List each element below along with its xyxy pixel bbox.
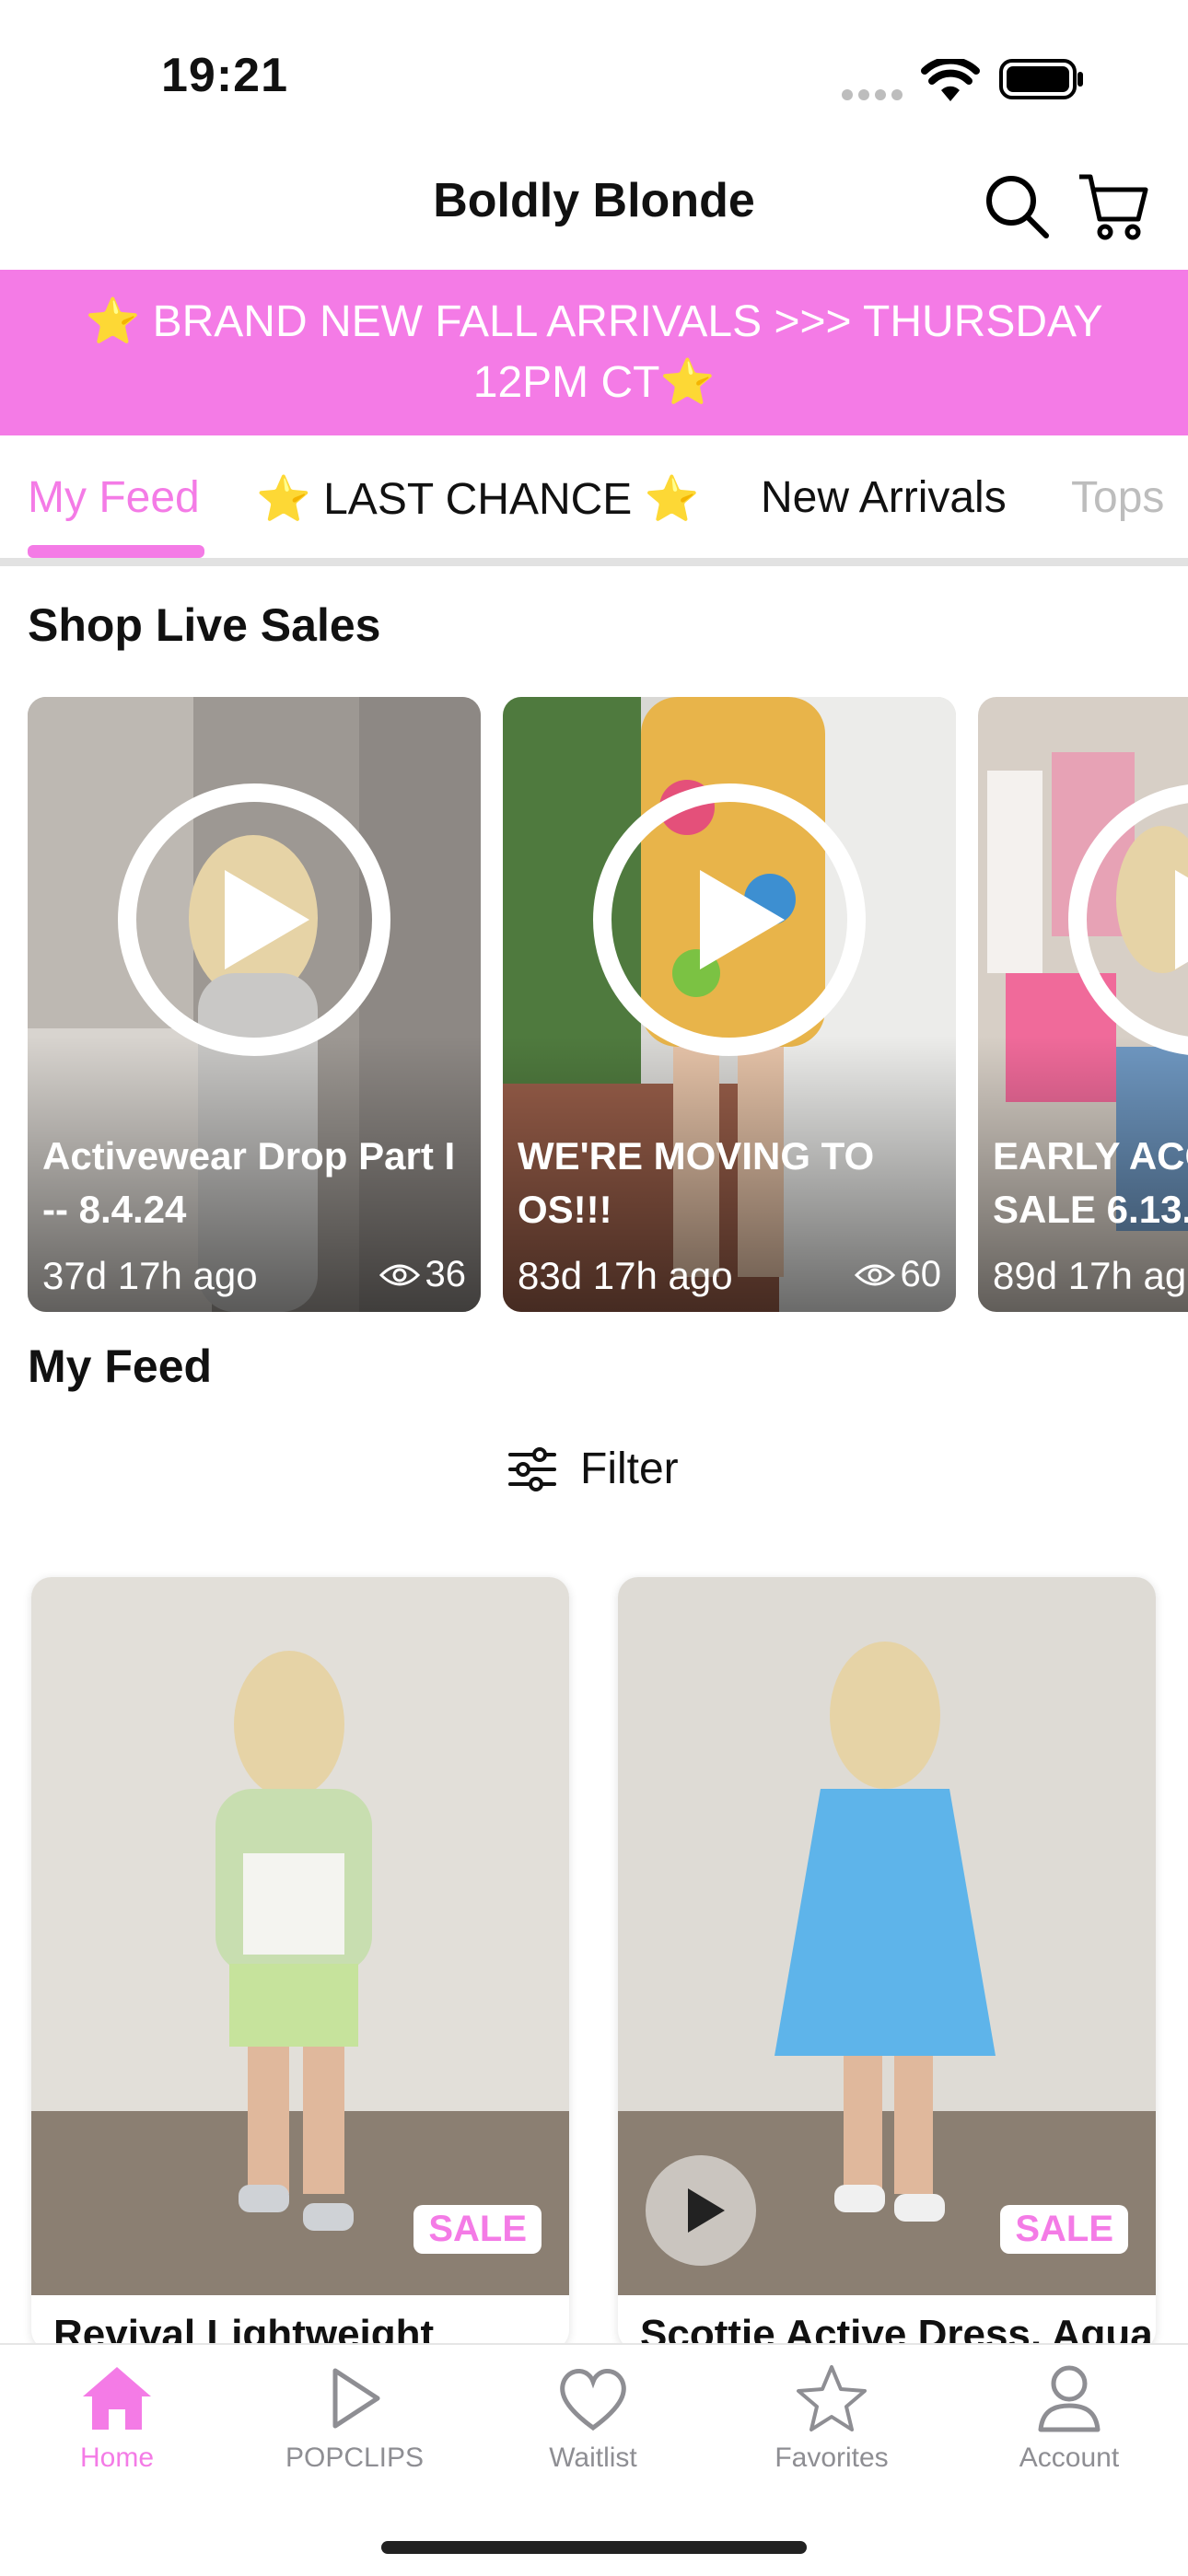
live-views: 36 bbox=[379, 1254, 467, 1295]
tab-last-chance[interactable]: ⭐️ LAST CHANCE ⭐️ bbox=[256, 472, 699, 525]
play-icon bbox=[688, 2188, 725, 2233]
wifi-icon bbox=[921, 59, 980, 101]
play-icon[interactable] bbox=[591, 782, 868, 1058]
tab-tops[interactable]: Tops bbox=[1071, 472, 1164, 523]
product-card[interactable]: SALE Revival Lightweight bbox=[31, 1577, 569, 2350]
nav-account[interactable]: Account bbox=[968, 2363, 1171, 2474]
product-card[interactable]: SALE Scottie Active Dress, Aqua bbox=[618, 1577, 1156, 2350]
live-views-count: 36 bbox=[425, 1254, 467, 1294]
feed-title: My Feed bbox=[28, 1340, 213, 1392]
nav-waitlist[interactable]: Waitlist bbox=[492, 2363, 694, 2474]
live-time-ago: 37d 17h ago bbox=[42, 1254, 258, 1297]
sale-badge: SALE bbox=[413, 2205, 542, 2254]
person-icon bbox=[1038, 2365, 1101, 2432]
tab-new-arrivals[interactable]: New Arrivals bbox=[761, 472, 1007, 523]
product-image bbox=[31, 1577, 569, 2295]
tabs-divider bbox=[0, 558, 1188, 566]
filter-label: Filter bbox=[580, 1445, 679, 1493]
home-icon bbox=[83, 2367, 151, 2430]
star-icon bbox=[797, 2365, 867, 2431]
live-title: EARLY ACC SALE 6.13. bbox=[993, 1134, 1188, 1231]
live-time-ago: 83d 17h ago bbox=[518, 1254, 733, 1297]
promo-banner-text: ⭐️ BRAND NEW FALL ARRIVALS >>> THURSDAY … bbox=[85, 297, 1103, 407]
promo-banner[interactable]: ⭐️ BRAND NEW FALL ARRIVALS >>> THURSDAY … bbox=[0, 270, 1188, 435]
cellular-signal-icon bbox=[842, 89, 903, 100]
live-title: Activewear Drop Part I -- 8.4.24 bbox=[42, 1134, 456, 1231]
search-icon[interactable] bbox=[984, 173, 1050, 239]
battery-icon bbox=[999, 59, 1083, 99]
nav-home[interactable]: Home bbox=[16, 2363, 218, 2474]
cart-icon[interactable] bbox=[1076, 169, 1149, 243]
play-outline-icon bbox=[332, 2368, 380, 2429]
nav-popclips[interactable]: POPCLIPS bbox=[253, 2363, 456, 2474]
nav-label: Account bbox=[1019, 2443, 1120, 2473]
nav-favorites[interactable]: Favorites bbox=[730, 2363, 933, 2474]
live-views: 60 bbox=[854, 1254, 942, 1295]
live-card[interactable]: Activewear Drop Part I -- 8.4.24 37d 17h… bbox=[28, 697, 481, 1312]
heart-icon bbox=[560, 2369, 626, 2431]
live-card[interactable]: EARLY ACC SALE 6.13. 89d 17h ag bbox=[978, 697, 1188, 1312]
active-tab-indicator bbox=[28, 545, 204, 558]
status-time: 19:21 bbox=[161, 49, 288, 102]
eye-icon bbox=[379, 1264, 420, 1285]
nav-label: Favorites bbox=[775, 2443, 889, 2473]
nav-label: Waitlist bbox=[549, 2443, 637, 2473]
tab-my-feed[interactable]: My Feed bbox=[28, 472, 200, 523]
live-views-count: 60 bbox=[900, 1254, 942, 1294]
play-icon[interactable] bbox=[116, 782, 392, 1058]
home-indicator bbox=[381, 2541, 807, 2554]
nav-label: Home bbox=[79, 2443, 155, 2473]
live-sales-title: Shop Live Sales bbox=[28, 599, 381, 651]
nav-label: POPCLIPS bbox=[285, 2443, 425, 2473]
play-icon[interactable] bbox=[1066, 782, 1188, 1058]
filter-button[interactable]: Filter bbox=[507, 1444, 679, 1494]
video-play-button[interactable] bbox=[646, 2155, 756, 2266]
live-title: WE'RE MOVING TO OS!!! bbox=[518, 1134, 875, 1231]
eye-icon bbox=[854, 1264, 895, 1285]
live-time-ago: 89d 17h ag bbox=[993, 1254, 1187, 1297]
sliders-icon bbox=[508, 1446, 556, 1491]
live-card[interactable]: WE'RE MOVING TO OS!!! 83d 17h ago 60 bbox=[503, 697, 956, 1312]
sale-badge: SALE bbox=[1000, 2205, 1128, 2254]
